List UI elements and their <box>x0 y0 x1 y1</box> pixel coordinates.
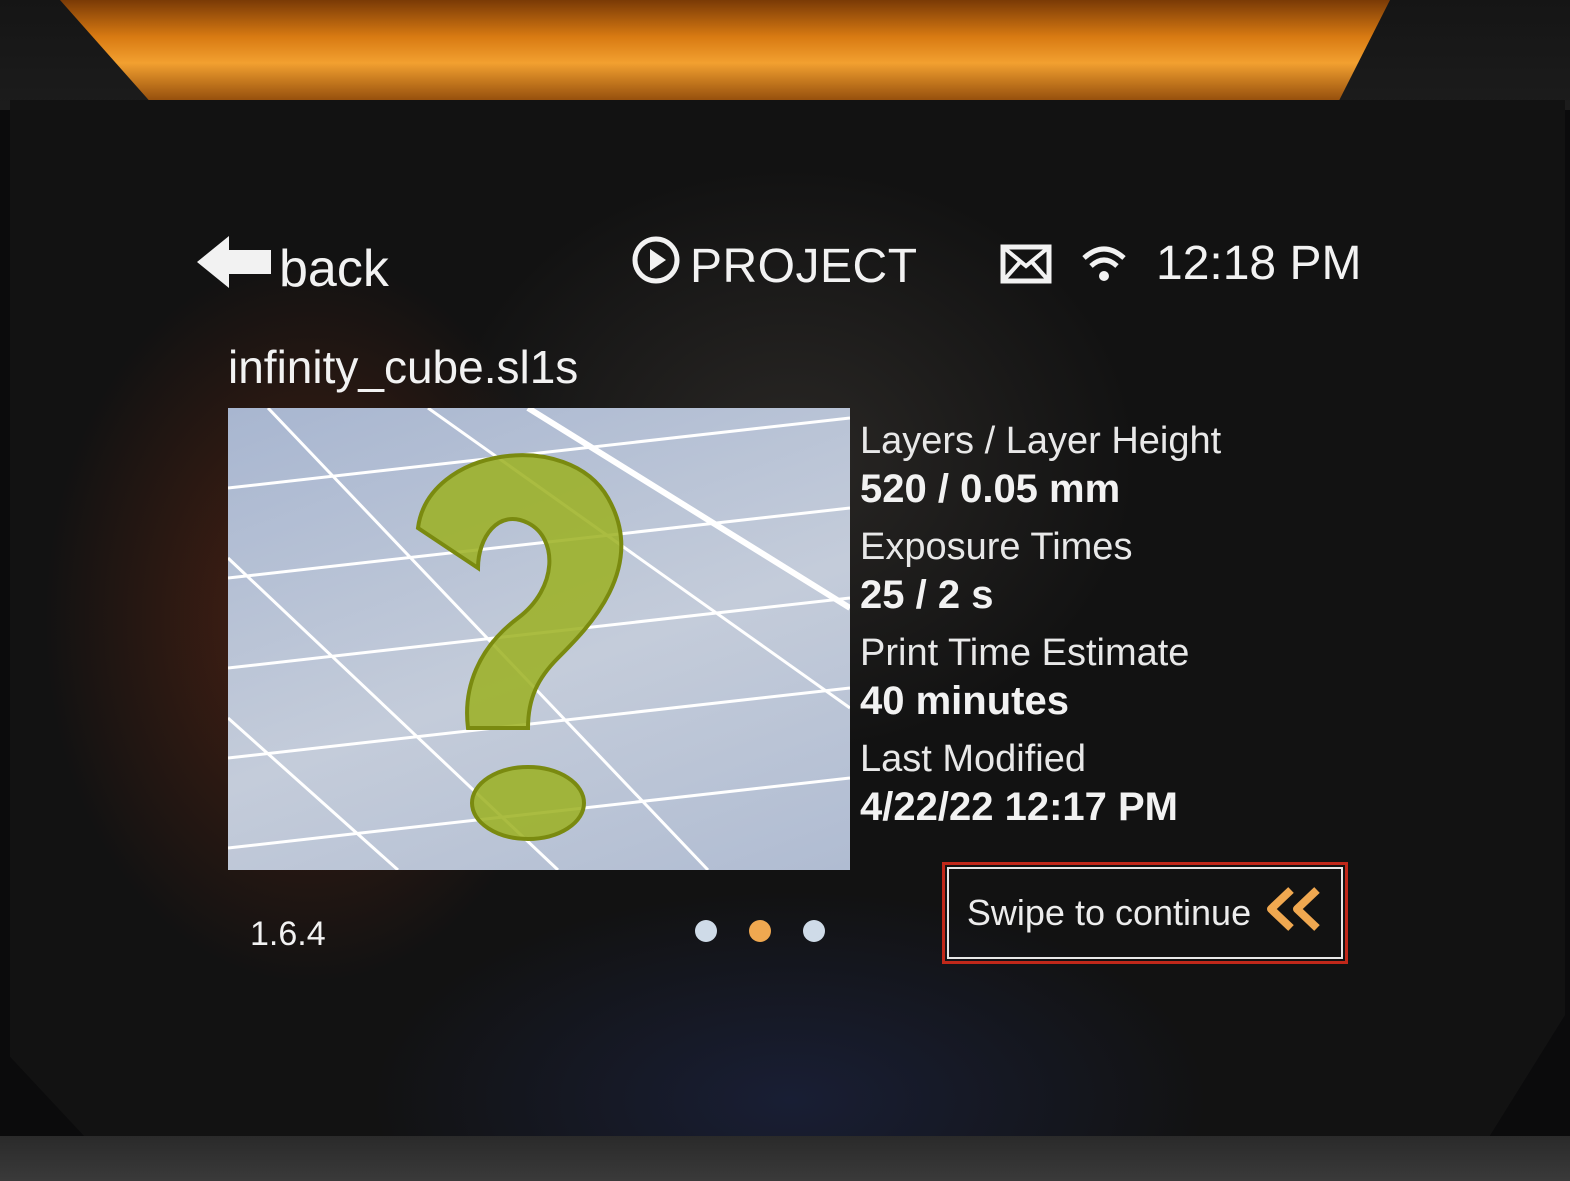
info-exposure: Exposure Times 25 / 2 s <box>860 524 1221 620</box>
swipe-to-continue[interactable]: Swipe to continue <box>942 862 1348 964</box>
page-dot-active[interactable] <box>749 920 771 942</box>
info-label: Layers / Layer Height <box>860 420 1222 462</box>
page-dot[interactable] <box>803 920 825 942</box>
status-bar: 12:18 PM <box>1000 236 1361 291</box>
page-title: PROJECT <box>630 234 918 298</box>
info-value: 40 minutes <box>860 679 1069 723</box>
back-button[interactable]: back <box>195 232 389 305</box>
play-circle-icon <box>630 234 682 298</box>
info-label: Print Time Estimate <box>860 632 1190 674</box>
project-filename: infinity_cube.sl1s <box>228 341 579 393</box>
info-value: 25 / 2 s <box>860 573 994 617</box>
project-info-list: Layers / Layer Height 520 / 0.05 mm Expo… <box>860 418 1221 842</box>
device-bezel-bottom <box>0 1136 1570 1181</box>
page-title-label: PROJECT <box>690 239 918 293</box>
question-mark-icon <box>415 453 624 841</box>
page-dot[interactable] <box>695 920 717 942</box>
double-chevron-left-icon <box>1263 886 1323 941</box>
info-label: Last Modified <box>860 738 1087 780</box>
info-label: Exposure Times <box>860 526 1133 568</box>
wifi-icon[interactable] <box>1080 244 1128 284</box>
mail-icon[interactable] <box>1000 244 1052 284</box>
info-value: 4/22/22 12:17 PM <box>860 785 1178 829</box>
info-last-modified: Last Modified 4/22/22 12:17 PM <box>860 736 1221 832</box>
info-layers: Layers / Layer Height 520 / 0.05 mm <box>860 418 1221 514</box>
info-value: 520 / 0.05 mm <box>860 467 1121 511</box>
back-arrow-icon <box>195 232 273 305</box>
info-print-time: Print Time Estimate 40 minutes <box>860 630 1221 726</box>
back-label: back <box>279 239 389 298</box>
page-indicator <box>695 920 825 942</box>
project-preview-image <box>228 408 850 870</box>
status-light-bar <box>60 0 1390 105</box>
firmware-version: 1.6.4 <box>250 915 326 953</box>
clock-time: 12:18 PM <box>1156 237 1362 290</box>
swipe-label: Swipe to continue <box>966 892 1252 933</box>
